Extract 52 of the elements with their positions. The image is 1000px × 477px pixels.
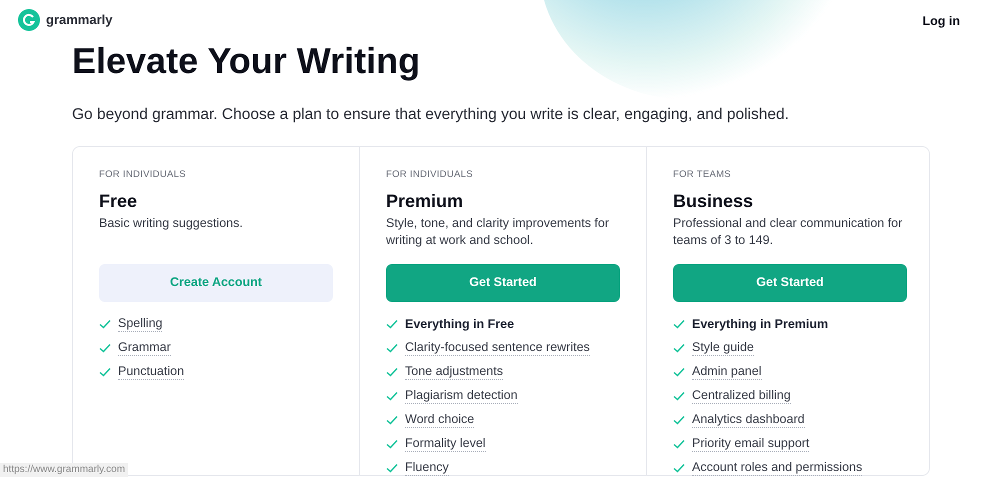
check-icon	[673, 462, 685, 472]
check-icon	[386, 366, 398, 376]
feature-text: Grammar	[118, 339, 171, 356]
feature-text: Style guide	[692, 339, 754, 356]
plan-button[interactable]: Get Started	[386, 264, 620, 302]
page-title: Elevate Your Writing	[72, 39, 422, 83]
feature-text: Formality level	[405, 435, 486, 452]
logo-icon	[18, 9, 40, 31]
plan-audience: FOR INDIVIDUALS	[99, 168, 187, 182]
check-icon	[673, 414, 685, 424]
check-icon	[99, 366, 111, 376]
brand-name: grammarly	[46, 11, 112, 30]
feature-text: Everything in Premium	[692, 316, 828, 332]
check-icon	[673, 390, 685, 400]
check-icon	[386, 438, 398, 448]
feature-text: Spelling	[118, 315, 162, 332]
login-link[interactable]: Log in	[922, 12, 960, 30]
feature-text: Account roles and permissions	[692, 459, 862, 476]
check-icon	[386, 390, 398, 400]
plan-name: Business	[673, 190, 754, 212]
feature-text: Plagiarism detection	[405, 387, 518, 404]
plan-audience: FOR TEAMS	[673, 168, 732, 182]
feature-text: Priority email support	[692, 435, 810, 452]
check-icon	[386, 462, 398, 472]
check-icon	[386, 342, 398, 352]
feature-text: Admin panel	[692, 363, 762, 380]
plan-name: Premium	[386, 190, 464, 212]
plan-name: Free	[99, 190, 138, 212]
plan-button[interactable]: Get Started	[673, 264, 907, 302]
check-icon	[386, 414, 398, 424]
check-icon	[673, 438, 685, 448]
feature-text: Everything in Free	[405, 316, 514, 332]
feature-text: Fluency	[405, 459, 449, 476]
status-bar: https://www.grammarly.com	[0, 463, 128, 477]
feature-text: Centralized billing	[692, 387, 791, 404]
page-subtitle: Go beyond grammar. Choose a plan to ensure that everything you write is clear, engaging, and polished.	[72, 105, 790, 125]
check-icon	[673, 366, 685, 376]
check-icon	[99, 342, 111, 352]
plan-button[interactable]: Create Account	[99, 264, 333, 302]
check-icon	[99, 318, 111, 328]
feature-text: Tone adjustments	[405, 363, 503, 380]
plan-audience: FOR INDIVIDUALS	[386, 168, 474, 182]
feature-text: Analytics dashboard	[692, 411, 805, 428]
plan-description: Professional and clear communication for teams of 3 to 149.	[673, 214, 904, 248]
plan-description: Style, tone, and clarity improvements for writing at work and school.	[386, 214, 610, 248]
check-icon	[673, 318, 685, 328]
plan-description: Basic writing suggestions.	[99, 214, 244, 232]
feature-text: Punctuation	[118, 363, 184, 380]
check-icon	[386, 318, 398, 328]
feature-text: Clarity-focused sentence rewrites	[405, 339, 590, 356]
feature-text: Word choice	[405, 411, 474, 428]
check-icon	[673, 342, 685, 352]
